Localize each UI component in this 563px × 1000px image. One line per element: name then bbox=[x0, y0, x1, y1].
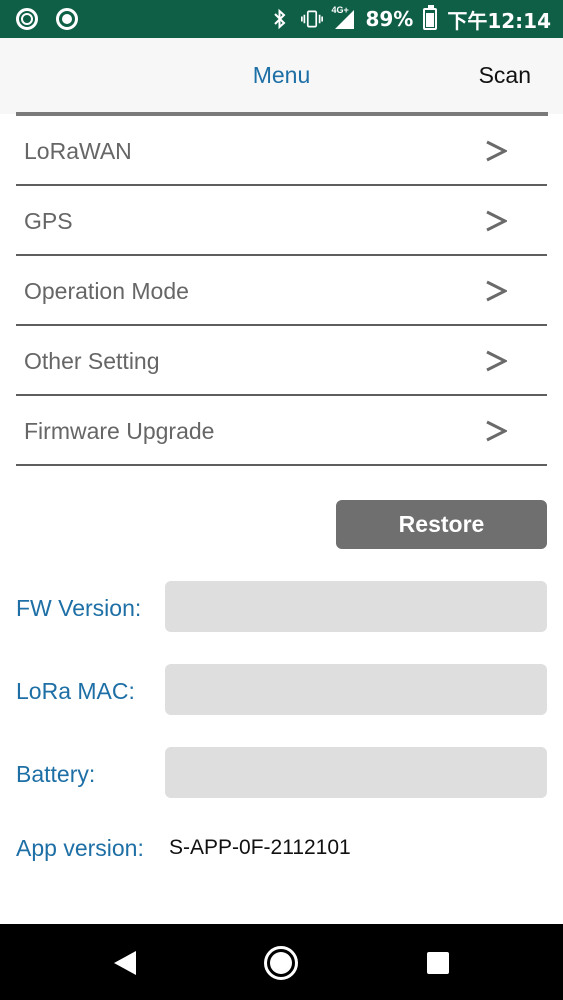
menu-item-label: GPS bbox=[24, 208, 73, 234]
chevron-right-icon bbox=[485, 138, 509, 164]
scan-button[interactable]: Scan bbox=[479, 62, 531, 89]
app-version-label: App version: bbox=[16, 835, 144, 861]
lora-mac-field bbox=[165, 664, 547, 715]
menu-item-label: Other Setting bbox=[24, 348, 160, 374]
signal-icon: 4G+ bbox=[331, 5, 355, 30]
navigation-bar bbox=[0, 924, 563, 1000]
battery-percent: 89% bbox=[365, 7, 414, 31]
menu-item-label: Operation Mode bbox=[24, 278, 189, 304]
app-notification-icon bbox=[16, 8, 38, 30]
app-notification-icon bbox=[56, 8, 78, 30]
fw-version-field bbox=[165, 581, 547, 632]
clock: 下午12:14 bbox=[447, 8, 551, 33]
bluetooth-icon bbox=[269, 7, 291, 31]
battery-charging-icon bbox=[423, 5, 438, 30]
back-icon[interactable] bbox=[112, 949, 138, 982]
recent-apps-icon[interactable] bbox=[427, 952, 449, 974]
restore-button[interactable]: Restore bbox=[336, 500, 547, 549]
chevron-right-icon bbox=[485, 418, 509, 444]
menu-item-lorawan[interactable]: LoRaWAN bbox=[16, 116, 547, 186]
vibrate-icon bbox=[301, 7, 324, 31]
menu-item-other-setting[interactable]: Other Setting bbox=[16, 326, 547, 396]
battery-field bbox=[165, 747, 547, 798]
menu-item-label: Firmware Upgrade bbox=[24, 418, 215, 444]
app-version-value: S-APP-0F-2112101 bbox=[169, 836, 351, 859]
status-bar: 4G+ 89% 下午12:14 bbox=[0, 0, 563, 38]
chevron-right-icon bbox=[485, 348, 509, 374]
fw-version-label: FW Version: bbox=[16, 595, 142, 621]
menu-item-firmware-upgrade[interactable]: Firmware Upgrade bbox=[16, 396, 547, 466]
lora-mac-label: LoRa MAC: bbox=[16, 678, 135, 704]
menu-item-gps[interactable]: GPS bbox=[16, 186, 547, 256]
menu-item-operation-mode[interactable]: Operation Mode bbox=[16, 256, 547, 326]
battery-label: Battery: bbox=[16, 761, 96, 787]
header: Menu Scan bbox=[0, 38, 563, 114]
network-badge: 4G+ bbox=[331, 5, 349, 15]
menu-item-label: LoRaWAN bbox=[24, 138, 132, 164]
home-icon[interactable] bbox=[264, 946, 298, 980]
menu-list: LoRaWAN GPS Operation Mode Other Setting… bbox=[16, 116, 547, 466]
chevron-right-icon bbox=[485, 278, 509, 304]
chevron-right-icon bbox=[485, 208, 509, 234]
